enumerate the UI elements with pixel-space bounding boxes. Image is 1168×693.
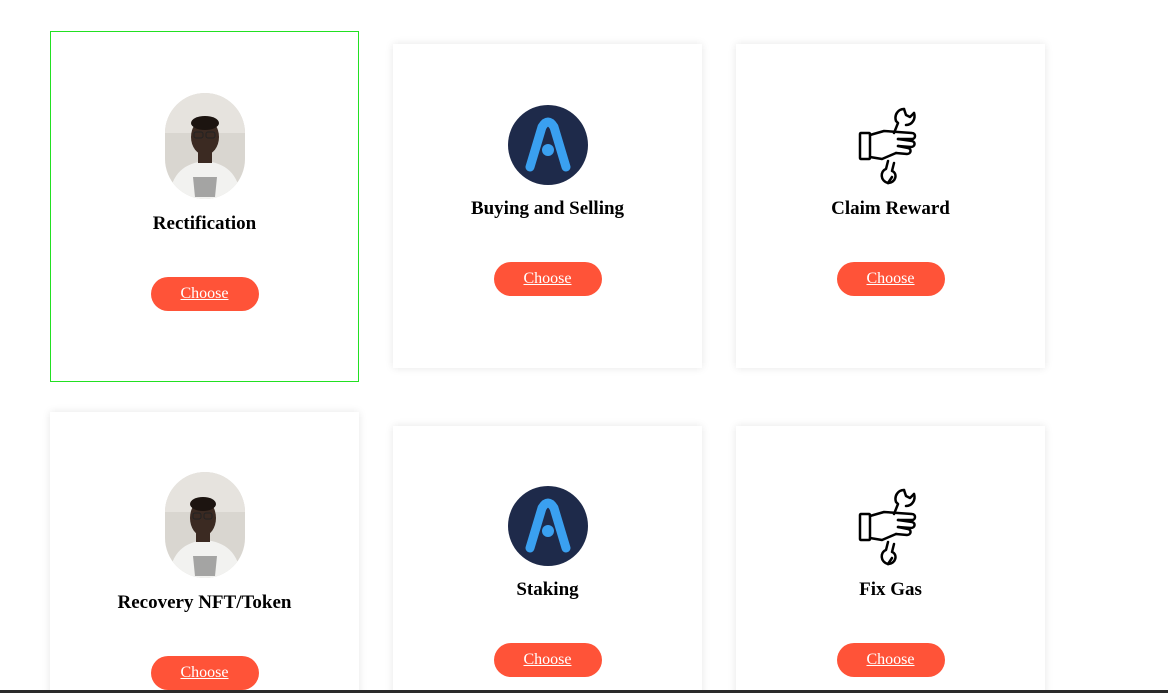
card-title: Fix Gas (859, 579, 922, 600)
choose-button[interactable]: Choose (836, 643, 945, 677)
card-title: Staking (516, 579, 579, 600)
choose-button[interactable]: Choose (150, 656, 259, 690)
hand-wrench-icon (858, 486, 924, 566)
choose-button[interactable]: Choose (836, 262, 945, 296)
card-fix-gas[interactable]: Fix Gas Choose (736, 426, 1045, 693)
card-recovery-nft-token[interactable]: Recovery NFT/Token Choose (50, 412, 359, 693)
arch-logo-icon (507, 486, 588, 566)
page: Rectification Choose Buying and Selling … (0, 0, 1168, 693)
card-title: Buying and Selling (470, 198, 625, 219)
card-title: Recovery NFT/Token (117, 592, 292, 613)
arch-logo-icon (507, 105, 588, 185)
hand-wrench-icon (858, 105, 924, 185)
card-claim-reward[interactable]: Claim Reward Choose (736, 44, 1045, 368)
choose-button[interactable]: Choose (493, 262, 602, 296)
person-photo-avatar (164, 472, 245, 578)
choose-button[interactable]: Choose (150, 277, 259, 311)
card-title: Claim Reward (831, 198, 950, 219)
card-staking[interactable]: Staking Choose (393, 426, 702, 693)
card-rectification[interactable]: Rectification Choose (50, 31, 359, 382)
card-title: Rectification (152, 213, 257, 234)
person-photo-avatar (164, 93, 245, 199)
card-buying-and-selling[interactable]: Buying and Selling Choose (393, 44, 702, 368)
choose-button[interactable]: Choose (493, 643, 602, 677)
